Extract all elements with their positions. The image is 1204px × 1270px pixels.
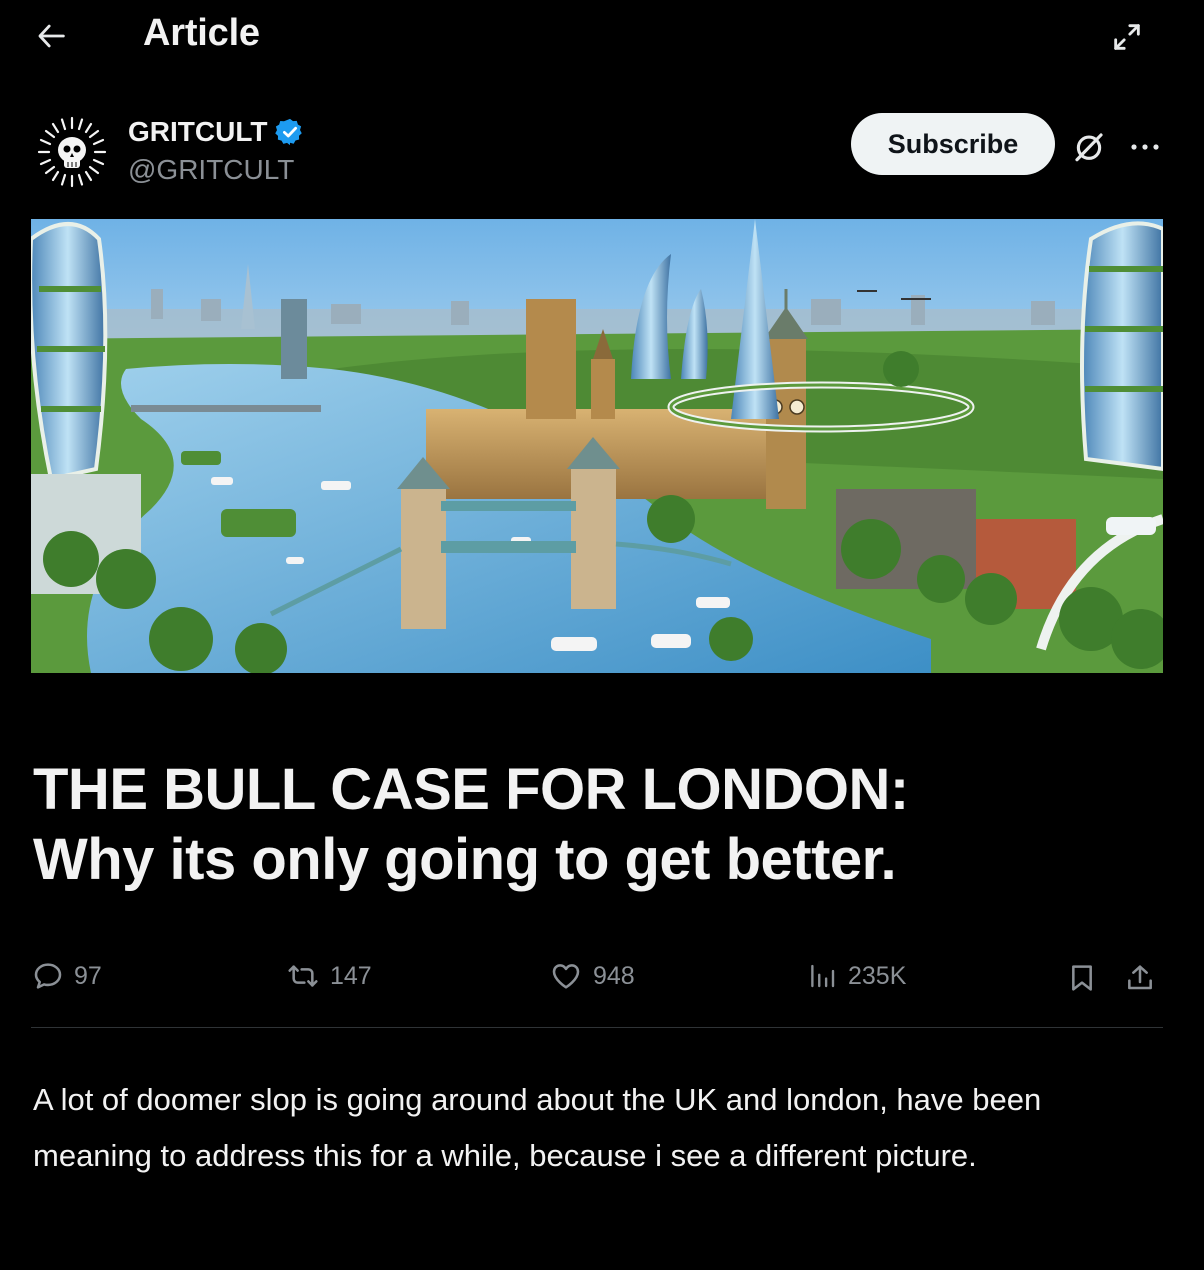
author-name[interactable]: GRITCULT <box>128 116 305 148</box>
top-bar: Article <box>0 0 1204 72</box>
engagement-bar: 97 147 948 235K <box>0 952 1204 1008</box>
divider <box>31 1027 1163 1028</box>
page-title: Article <box>143 12 260 54</box>
article-title-line-1: THE BULL CASE FOR LONDON: <box>33 757 909 822</box>
cover-image[interactable] <box>31 219 1163 673</box>
bookmark-icon <box>1072 965 1092 991</box>
more-icon <box>1131 144 1159 150</box>
author-handle[interactable]: @GRITCULT <box>128 154 294 186</box>
article-body: A lot of doomer slop is going around abo… <box>33 1082 1042 1173</box>
grok-button[interactable] <box>1068 126 1110 168</box>
repost-button[interactable]: 147 <box>286 960 372 992</box>
reply-icon <box>34 963 62 989</box>
article-title-line-2: Why its only going to get better. <box>33 827 897 892</box>
like-count: 948 <box>593 961 635 990</box>
author-name-text: GRITCULT <box>128 116 268 147</box>
expand-icon <box>1114 24 1140 50</box>
expand-button[interactable] <box>1104 14 1150 60</box>
article-title: THE BULL CASE FOR LONDON: Why its only g… <box>33 755 1173 895</box>
analytics-icon <box>811 964 835 988</box>
grok-icon <box>1075 133 1103 162</box>
repost-icon <box>288 965 318 987</box>
heart-icon <box>552 964 580 989</box>
like-button[interactable]: 948 <box>549 960 635 992</box>
verified-badge-icon <box>275 118 303 146</box>
avatar[interactable] <box>32 112 112 192</box>
subscribe-button[interactable]: Subscribe <box>851 113 1055 175</box>
views-count: 235K <box>848 961 907 990</box>
reply-button[interactable]: 97 <box>32 960 102 992</box>
views-button[interactable]: 235K <box>808 960 906 992</box>
reply-count: 97 <box>74 961 102 990</box>
back-button[interactable] <box>30 16 74 56</box>
share-button[interactable] <box>1124 962 1156 994</box>
more-button[interactable] <box>1122 126 1168 168</box>
arrow-left-icon <box>38 24 65 48</box>
author-row: GRITCULT @GRITCULT Subscribe <box>0 100 1204 200</box>
bookmark-button[interactable] <box>1066 962 1098 994</box>
share-icon <box>1128 965 1152 990</box>
repost-count: 147 <box>330 961 372 990</box>
